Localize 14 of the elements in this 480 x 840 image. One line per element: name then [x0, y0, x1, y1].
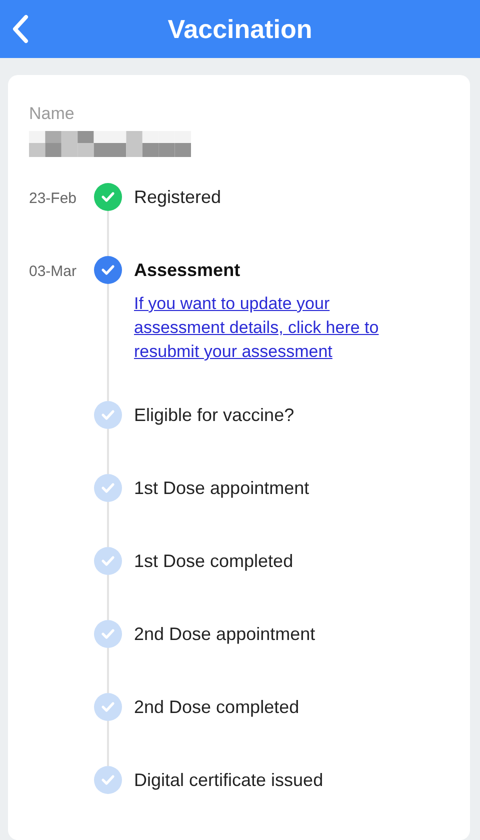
step-date: 03-Mar — [29, 263, 77, 280]
back-chevron-icon — [11, 14, 29, 44]
step-label: Registered — [134, 186, 222, 209]
step-label: 1st Dose appointment — [134, 477, 310, 500]
resubmit-link[interactable]: If you want to update your assessment details, click here to resubmit your assessment — [134, 292, 424, 364]
header-title: Vaccination — [168, 12, 312, 46]
step-date: 23-Feb — [29, 190, 77, 207]
name-label: Name — [29, 103, 76, 125]
step-label: Digital certificate issued — [134, 769, 324, 792]
step-label: Assessment — [134, 259, 242, 282]
step-label: 2nd Dose completed — [134, 696, 300, 719]
step-label: 1st Dose completed — [134, 550, 294, 573]
step-label: 2nd Dose appointment — [134, 623, 316, 646]
step-label: Eligible for vaccine? — [134, 404, 294, 427]
